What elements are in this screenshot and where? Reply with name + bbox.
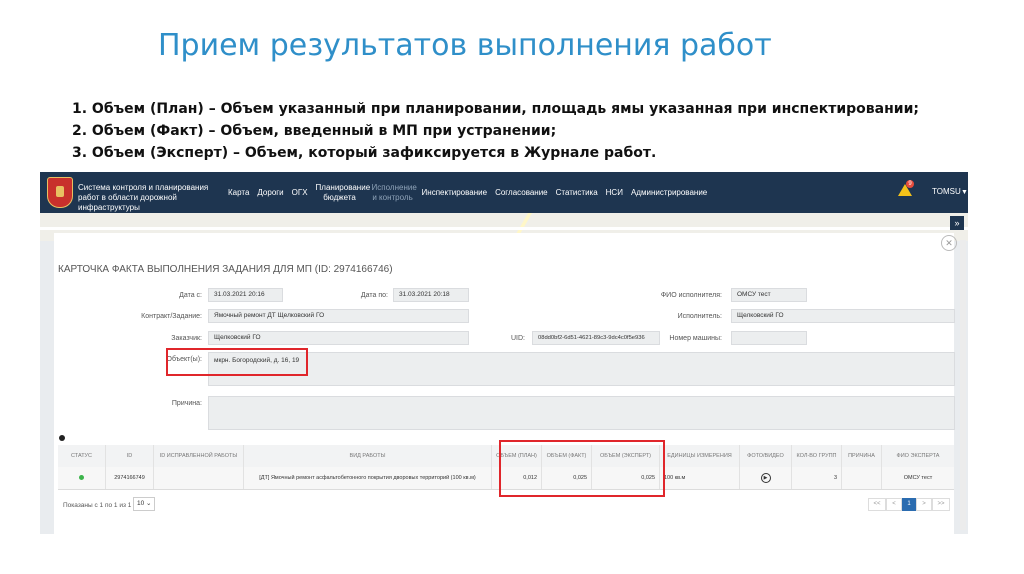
- media-cell[interactable]: ▶: [740, 467, 792, 489]
- note-plan: 1. Объем (План) – Объем указанный при пл…: [72, 101, 919, 117]
- col-media[interactable]: ФОТО/ВИДЕО: [740, 445, 792, 467]
- nav-ogh[interactable]: ОГХ: [292, 188, 308, 198]
- car-number-label: Номер машины:: [669, 335, 722, 342]
- volume-expert-cell: 0,025: [592, 467, 660, 489]
- groups-cell: 3: [792, 467, 842, 489]
- table-row[interactable]: 2974166749 [ДТ] Ямочный ремонт асфальтоб…: [58, 467, 954, 490]
- customer-label: Заказчик:: [171, 335, 202, 342]
- col-work-type[interactable]: ВИД РАБОТЫ: [244, 445, 492, 467]
- nav-administration[interactable]: Администрирование: [631, 188, 707, 198]
- col-volume-fact[interactable]: ОБЪЕМ (ФАКТ): [542, 445, 592, 467]
- executor-label: Исполнитель:: [677, 313, 722, 320]
- nav-budget-planning[interactable]: Планирование бюджета: [316, 183, 371, 203]
- pager-page-1[interactable]: 1: [902, 498, 916, 511]
- volume-plan-cell: 0,012: [492, 467, 542, 489]
- col-fixed-id[interactable]: ID ИСПРАВЛЕННОЙ РАБОТЫ: [154, 445, 244, 467]
- work-type-cell: [ДТ] Ямочный ремонт асфальтобетонного по…: [244, 467, 492, 489]
- customer-field[interactable]: Щелковский ГО: [208, 331, 469, 345]
- nav-execution-control[interactable]: Исполнение и контроль: [372, 183, 417, 203]
- executor-name-label: ФИО исполнителя:: [660, 292, 722, 299]
- col-expert-name[interactable]: ФИО ЭКСПЕРТА: [882, 445, 954, 467]
- main-nav: Карта Дороги ОГХ Планирование бюджета Ис…: [228, 172, 715, 213]
- coat-of-arms-logo: [47, 177, 73, 208]
- id-cell: 2974166749: [106, 467, 154, 489]
- slide-title: Прием результатов выполнения работ: [158, 28, 772, 63]
- scrollbar[interactable]: [960, 240, 966, 530]
- date-to-label: Дата по:: [360, 292, 388, 299]
- date-from-label: Дата с:: [179, 292, 202, 299]
- units-cell: 100 кв.м: [660, 467, 740, 489]
- col-id[interactable]: ID: [106, 445, 154, 467]
- chevron-down-icon[interactable]: ▼: [961, 189, 968, 196]
- col-volume-expert[interactable]: ОБЪЕМ (ЭКСПЕРТ): [592, 445, 660, 467]
- expert-name-cell: ОМСУ тест: [903, 475, 933, 481]
- objects-field[interactable]: мкрн. Богородский, д. 16, 19: [208, 352, 955, 386]
- alerts-badge: 9: [906, 180, 914, 188]
- pager-next[interactable]: >: [916, 498, 932, 511]
- reason-cell: [842, 467, 882, 489]
- contract-label: Контракт/Задание:: [141, 313, 202, 320]
- nav-statistics[interactable]: Статистика: [556, 188, 598, 198]
- pager-first[interactable]: <<: [868, 498, 886, 511]
- date-from-field[interactable]: 31.03.2021 20:16: [208, 288, 283, 302]
- objects-label: Объект(ы):: [166, 356, 202, 363]
- contract-field[interactable]: Ямочный ремонт ДТ Щелковский ГО: [208, 309, 469, 323]
- status-dot-icon: [79, 475, 84, 481]
- pagination-info: Показаны с 1 по 1 из 1: [63, 502, 132, 509]
- volume-fact-cell: 0,025: [542, 467, 592, 489]
- nav-nsi[interactable]: НСИ: [606, 188, 623, 198]
- page-size-select[interactable]: 10 ⌄: [133, 497, 155, 511]
- uid-label: UID:: [511, 335, 525, 342]
- sidebar-toggle-button[interactable]: »: [950, 216, 964, 230]
- card-title: КАРТОЧКА ФАКТА ВЫПОЛНЕНИЯ ЗАДАНИЯ ДЛЯ МП…: [58, 264, 393, 275]
- car-number-field[interactable]: [731, 331, 807, 345]
- date-to-field[interactable]: 31.03.2021 20:18: [393, 288, 469, 302]
- fixed-id-cell: [154, 467, 244, 489]
- executor-field[interactable]: Щелковский ГО: [731, 309, 955, 323]
- user-name[interactable]: TOMSU: [932, 187, 961, 196]
- collapse-icon[interactable]: [59, 435, 65, 441]
- executor-name-field[interactable]: ОМСУ тест: [731, 288, 807, 302]
- page-size-value: 10: [137, 500, 145, 507]
- system-name: Система контроля и планирования работ в …: [78, 183, 209, 212]
- reason-field[interactable]: [208, 396, 955, 430]
- nav-inspection[interactable]: Инспектирование: [422, 188, 488, 198]
- note-expert: 3. Объем (Эксперт) – Объем, который зафи…: [72, 145, 657, 161]
- table-header: СТАТУС ID ID ИСПРАВЛЕННОЙ РАБОТЫ ВИД РАБ…: [58, 445, 954, 468]
- slide-notes: 1. Объем (План) – Объем указанный при пл…: [72, 98, 919, 164]
- top-navbar: Система контроля и планирования работ в …: [40, 172, 968, 213]
- close-icon[interactable]: ✕: [941, 235, 957, 251]
- status-cell: [58, 467, 106, 489]
- nav-approval[interactable]: Согласование: [495, 188, 548, 198]
- col-status[interactable]: СТАТУС: [58, 445, 106, 467]
- pager-last[interactable]: >>: [932, 498, 950, 511]
- chevron-down-icon: ⌄: [146, 500, 152, 507]
- pager-prev[interactable]: <: [886, 498, 902, 511]
- col-groups[interactable]: КОЛ-ВО ГРУПП: [792, 445, 842, 467]
- col-reason[interactable]: ПРИЧИНА: [842, 445, 882, 467]
- reason-label: Причина:: [171, 400, 202, 407]
- nav-roads[interactable]: Дороги: [257, 188, 283, 198]
- col-units[interactable]: ЕДИНИЦЫ ИЗМЕРЕНИЯ: [660, 445, 740, 467]
- col-volume-plan[interactable]: ОБЪЕМ (ПЛАН): [492, 445, 542, 467]
- play-icon[interactable]: ▶: [760, 472, 771, 483]
- nav-map[interactable]: Карта: [228, 188, 249, 198]
- note-fact: 2. Объем (Факт) – Объем, введенный в МП …: [72, 123, 557, 139]
